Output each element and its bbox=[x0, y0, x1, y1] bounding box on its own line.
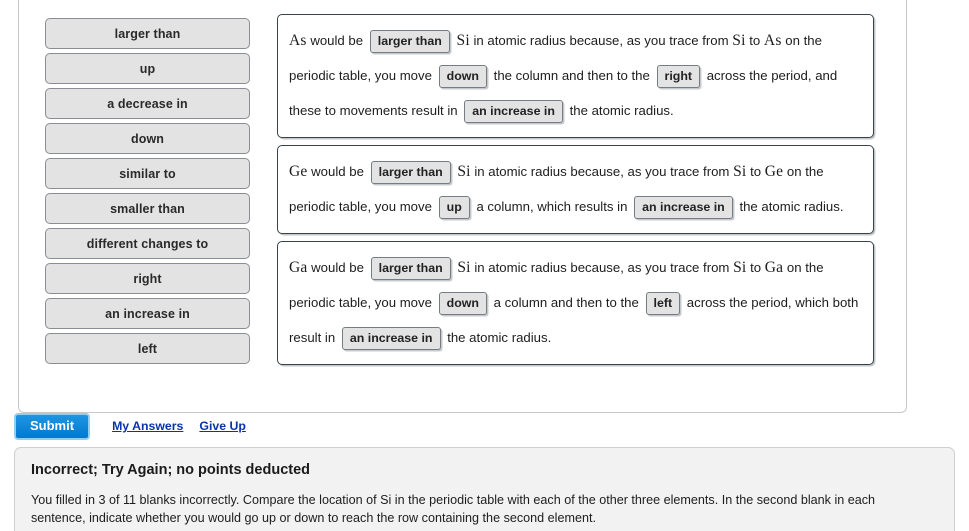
sentence-text: in atomic radius because, as you trace f… bbox=[474, 164, 730, 179]
element-symbol: Si bbox=[733, 259, 747, 276]
word-bank-item[interactable]: up bbox=[45, 53, 250, 84]
word-bank-item[interactable]: a decrease in bbox=[45, 88, 250, 119]
word-bank-item-label: left bbox=[137, 341, 158, 356]
element-symbol: Si bbox=[457, 259, 471, 276]
filled-blank[interactable]: larger than bbox=[369, 30, 450, 54]
word-bank: larger than up a decrease in down simila… bbox=[45, 18, 250, 368]
word-bank-item-label: similar to bbox=[119, 166, 176, 181]
element-symbol: As bbox=[289, 32, 307, 49]
word-bank-item-label: different changes to bbox=[86, 236, 209, 251]
filled-blank[interactable]: right bbox=[656, 65, 701, 89]
element-symbol: Ga bbox=[289, 259, 308, 276]
word-bank-item-label: right bbox=[133, 271, 162, 286]
element-symbol: Si bbox=[457, 163, 471, 180]
sentence-text: the atomic radius. bbox=[447, 330, 552, 345]
filled-blank[interactable]: down bbox=[438, 65, 487, 89]
feedback-body: You filled in 3 of 11 blanks incorrectly… bbox=[31, 493, 876, 525]
element-symbol: Si bbox=[733, 163, 747, 180]
word-bank-item[interactable]: an increase in bbox=[45, 298, 250, 329]
sentence-text: to bbox=[750, 164, 762, 179]
sentence-box-as: As would be larger than Si in atomic rad… bbox=[277, 14, 874, 138]
word-bank-item[interactable]: down bbox=[45, 123, 250, 154]
word-bank-item[interactable]: similar to bbox=[45, 158, 250, 189]
word-bank-item[interactable]: different changes to bbox=[45, 228, 250, 259]
filled-blank[interactable]: larger than bbox=[370, 161, 451, 185]
filled-blank[interactable]: up bbox=[438, 196, 470, 220]
word-bank-item[interactable]: larger than bbox=[45, 18, 250, 49]
filled-blank[interactable]: an increase in bbox=[634, 196, 733, 220]
word-bank-item-label: an increase in bbox=[105, 306, 190, 321]
my-answers-link[interactable]: My Answers bbox=[112, 419, 183, 433]
sentence-text: the atomic radius. bbox=[739, 199, 844, 214]
feedback-panel: Incorrect; Try Again; no points deducted… bbox=[14, 447, 955, 531]
sentence-text: a column and then to the bbox=[493, 295, 639, 310]
sentence-list: As would be larger than Si in atomic rad… bbox=[277, 14, 874, 372]
sentence-text: would be bbox=[311, 164, 364, 179]
sentence-text: to bbox=[749, 33, 761, 48]
element-symbol: Si bbox=[456, 32, 470, 49]
word-bank-item-label: up bbox=[139, 61, 156, 76]
element-symbol: As bbox=[763, 32, 782, 49]
filled-blank[interactable]: an increase in bbox=[464, 100, 563, 124]
sentence-box-ge: Ge would be larger than Si in atomic rad… bbox=[277, 145, 874, 234]
sentence-box-ga: Ga would be larger than Si in atomic rad… bbox=[277, 241, 874, 365]
sentence-text: a column, which results in bbox=[476, 199, 628, 214]
filled-blank[interactable]: left bbox=[645, 292, 681, 316]
feedback-title: Incorrect; Try Again; no points deducted bbox=[31, 462, 311, 478]
page-root: larger than up a decrease in down simila… bbox=[0, 0, 969, 531]
word-bank-item-label: down bbox=[130, 131, 165, 146]
sentence-text: would be bbox=[311, 260, 364, 275]
filled-blank[interactable]: an increase in bbox=[341, 327, 441, 351]
element-symbol: Si bbox=[732, 32, 746, 49]
element-symbol: Ge bbox=[289, 163, 308, 180]
element-symbol: Ga bbox=[764, 259, 784, 276]
sentence-text: in atomic radius because, as you trace f… bbox=[474, 260, 730, 275]
word-bank-item[interactable]: right bbox=[45, 263, 250, 294]
element-symbol: Ge bbox=[764, 163, 784, 180]
filled-blank[interactable]: larger than bbox=[370, 257, 451, 281]
sentence-text: the atomic radius. bbox=[569, 103, 674, 118]
word-bank-item-label: larger than bbox=[114, 26, 181, 41]
give-up-link[interactable]: Give Up bbox=[199, 419, 245, 433]
exercise-panel: larger than up a decrease in down simila… bbox=[18, 0, 907, 413]
word-bank-item[interactable]: left bbox=[45, 333, 250, 364]
action-row: Submit My Answers Give Up bbox=[14, 412, 246, 440]
sentence-text: to bbox=[750, 260, 762, 275]
word-bank-item[interactable]: smaller than bbox=[45, 193, 250, 224]
sentence-text: would be bbox=[310, 33, 364, 48]
sentence-text: the column and then to the bbox=[493, 68, 650, 83]
word-bank-item-label: a decrease in bbox=[107, 96, 188, 111]
filled-blank[interactable]: down bbox=[438, 292, 487, 316]
submit-button[interactable]: Submit bbox=[14, 412, 91, 440]
word-bank-item-label: smaller than bbox=[110, 201, 185, 216]
sentence-text: in atomic radius because, as you trace f… bbox=[473, 33, 729, 48]
